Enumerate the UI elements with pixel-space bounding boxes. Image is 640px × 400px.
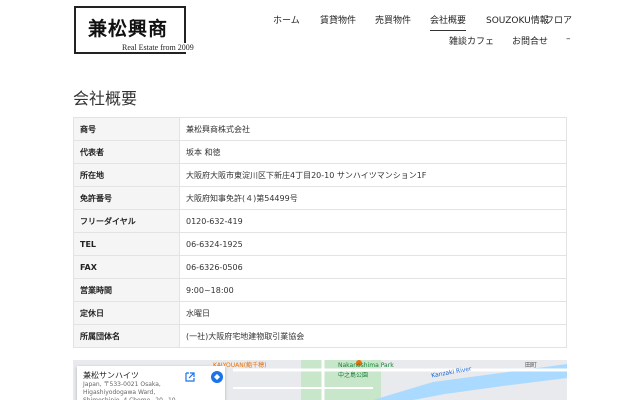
table-row: FAX 06-6326-0506 <box>73 255 567 279</box>
table-row: 所在地 大阪府大阪市東淀川区下新庄4丁目20-10 サンハイツマンション1F <box>73 163 567 187</box>
map-label-park-ja: 中之島公園 <box>338 372 369 379</box>
row-label: フリーダイヤル <box>73 209 180 233</box>
map-place-address: Japan, 〒533-0021 Osaka, Higashiyodogawa … <box>83 381 176 400</box>
row-label: 所属団体名 <box>73 324 180 348</box>
table-row: 所属団体名 (一社)大阪府宅地建物取引業協会 <box>73 324 567 348</box>
company-info-table: 商号 兼松興商株式会社 代表者 坂本 和徳 所在地 大阪府大阪市東淀川区下新庄4丁目20-… <box>73 117 567 348</box>
row-value: 大阪府大阪市東淀川区下新庄4丁目20-10 サンハイツマンション1F <box>179 163 567 187</box>
table-row: TEL 06-6324-1925 <box>73 232 567 256</box>
table-row: 免許番号 大阪府知事免許(４)第54499号 <box>73 186 567 210</box>
row-label: 商号 <box>73 117 180 141</box>
page-title: 会社概要 <box>73 89 138 108</box>
nav-sale[interactable]: 売買物件 <box>375 13 411 26</box>
nav-cafe[interactable]: 雑談カフェ <box>449 34 494 47</box>
directions-icon[interactable] <box>211 371 223 383</box>
row-value: 9:00~18:00 <box>179 278 567 302</box>
map-label-area: 田町 <box>525 362 538 369</box>
table-row: 営業時間 9:00~18:00 <box>73 278 567 302</box>
row-value: 大阪府知事免許(４)第54499号 <box>179 186 567 210</box>
row-label: 免許番号 <box>73 186 180 210</box>
logo-name: 兼松興商 <box>88 18 169 40</box>
table-row: 商号 兼松興商株式会社 <box>73 117 567 141</box>
nav-home[interactable]: ホーム <box>273 13 300 26</box>
row-label: 定休日 <box>73 301 180 325</box>
map-place-card: 兼松サンハイツ Japan, 〒533-0021 Osaka, Higashiy… <box>77 366 225 400</box>
row-label: FAX <box>73 255 180 279</box>
nav-souzoku[interactable]: SOUZOKU情報 <box>486 13 549 26</box>
site-logo[interactable]: 兼松興商 Real Estate from 2009 <box>74 6 196 54</box>
row-value: 坂本 和徳 <box>179 140 567 164</box>
row-value: 06-6326-0506 <box>179 255 567 279</box>
row-value: 兼松興商株式会社 <box>179 117 567 141</box>
row-value: (一社)大阪府宅地建物取引業協会 <box>179 324 567 348</box>
logo-tagline: Real Estate from 2009 <box>120 43 196 52</box>
row-label: TEL <box>73 232 180 256</box>
map-place-name: 兼松サンハイツ <box>83 371 139 380</box>
row-label: 代表者 <box>73 140 180 164</box>
table-row: 定休日 水曜日 <box>73 301 567 325</box>
nav-company[interactable]: 会社概要 <box>430 13 467 31</box>
nav-floor[interactable]: フロア <box>545 13 572 26</box>
row-label: 営業時間 <box>73 278 180 302</box>
nav-rental[interactable]: 賃貸物件 <box>320 13 356 26</box>
row-value: 0120-632-419 <box>179 209 567 233</box>
map-label-park: Nakanoshima Park <box>338 362 394 369</box>
row-value: 水曜日 <box>179 301 567 325</box>
nav-more[interactable]: – <box>566 34 571 44</box>
row-value: 06-6324-1925 <box>179 232 567 256</box>
open-in-maps-icon[interactable] <box>185 372 195 382</box>
row-label: 所在地 <box>73 163 180 187</box>
table-row: フリーダイヤル 0120-632-419 <box>73 209 567 233</box>
embedded-map[interactable]: KAIYOUAN(鮨千穂) Nakanoshima Park 中之島公園 Kan… <box>73 360 567 400</box>
table-row: 代表者 坂本 和徳 <box>73 140 567 164</box>
nav-contact[interactable]: お問合せ <box>512 34 548 47</box>
